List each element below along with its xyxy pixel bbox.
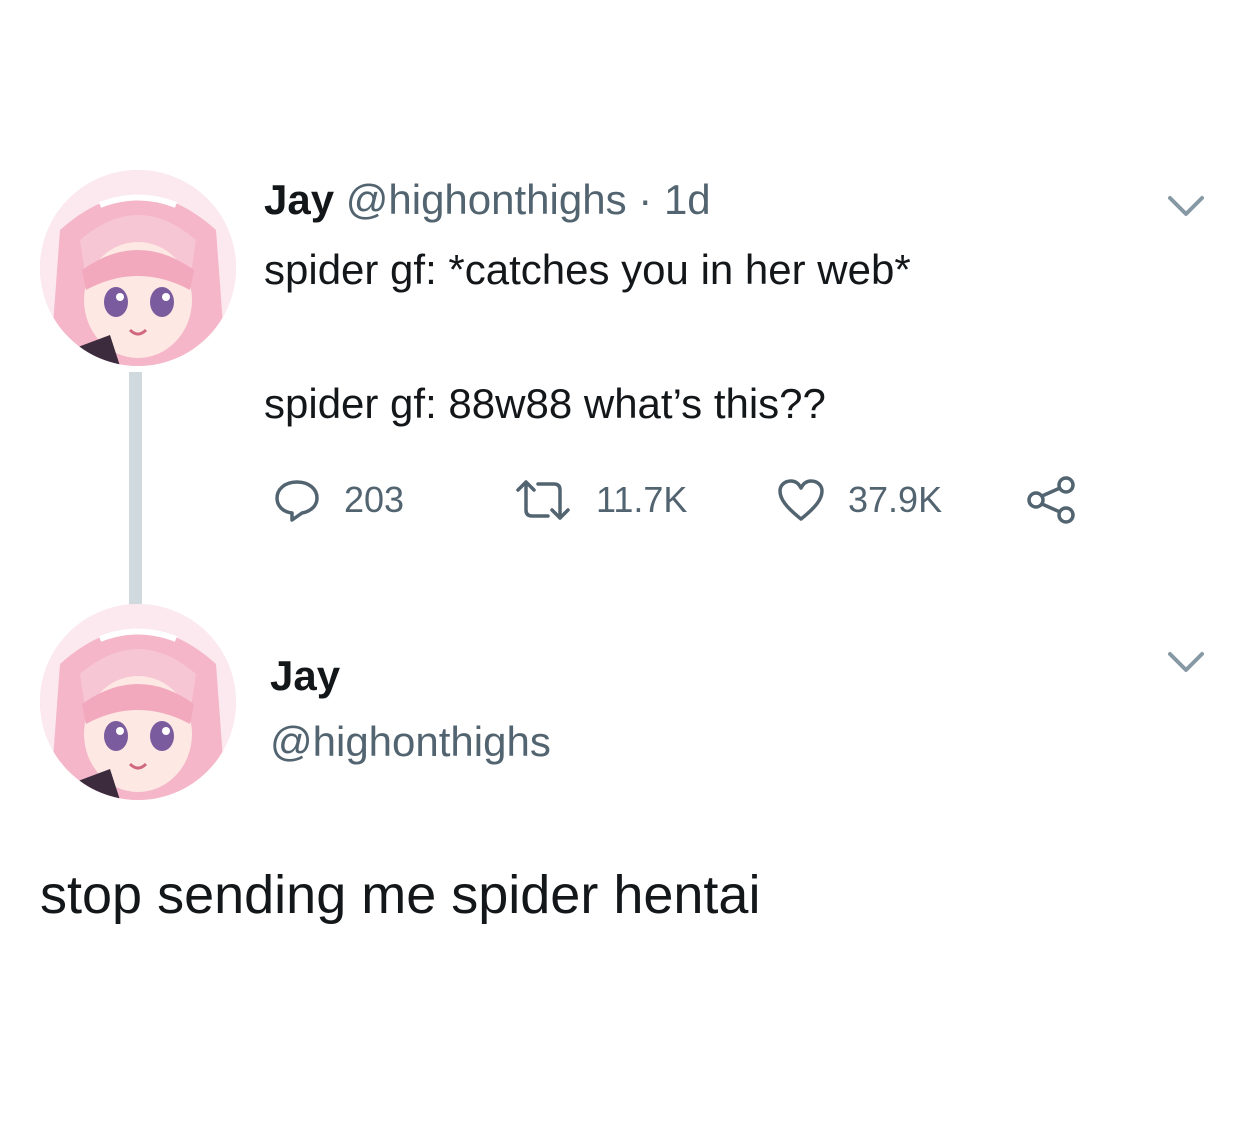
reply-user-handle[interactable]: @highonthighs: [270, 714, 551, 770]
timestamp[interactable]: 1d: [664, 176, 711, 223]
thread-line: [129, 372, 142, 608]
chevron-down-icon: [1168, 196, 1204, 216]
retweet-action[interactable]: 11.7K: [512, 472, 687, 528]
retweet-icon: [512, 478, 574, 522]
reply-more-options-button[interactable]: [1164, 648, 1208, 676]
tweet-text-line-1: spider gf: *catches you in her web*: [264, 246, 911, 293]
reply-action[interactable]: 203: [272, 472, 404, 528]
like-count: 37.9K: [848, 479, 943, 520]
share-action[interactable]: [1024, 472, 1080, 528]
avatar[interactable]: [40, 170, 236, 366]
reply-display-name[interactable]: Jay: [270, 648, 340, 704]
avatar-image: [40, 170, 236, 366]
user-handle[interactable]: @highonthighs: [346, 176, 627, 223]
retweet-count: 11.7K: [596, 479, 688, 520]
more-options-button[interactable]: [1164, 192, 1208, 220]
like-action[interactable]: 37.9K: [776, 472, 942, 528]
chevron-down-icon: [1168, 652, 1204, 672]
reply-avatar[interactable]: [40, 604, 236, 800]
tweet-header: Jay @highonthighs · 1d: [264, 172, 711, 228]
heart-icon: [776, 477, 826, 523]
avatar-image: [40, 604, 236, 800]
share-icon: [1024, 475, 1080, 525]
speech-bubble-icon: [272, 476, 322, 524]
separator: ·: [638, 176, 653, 223]
reply-count: 203: [344, 479, 405, 520]
tweet-text-line-2: spider gf: 88w88 what’s this??: [264, 380, 826, 427]
display-name[interactable]: Jay: [264, 176, 334, 223]
reply-text: stop sending me spider hentai: [40, 865, 761, 925]
